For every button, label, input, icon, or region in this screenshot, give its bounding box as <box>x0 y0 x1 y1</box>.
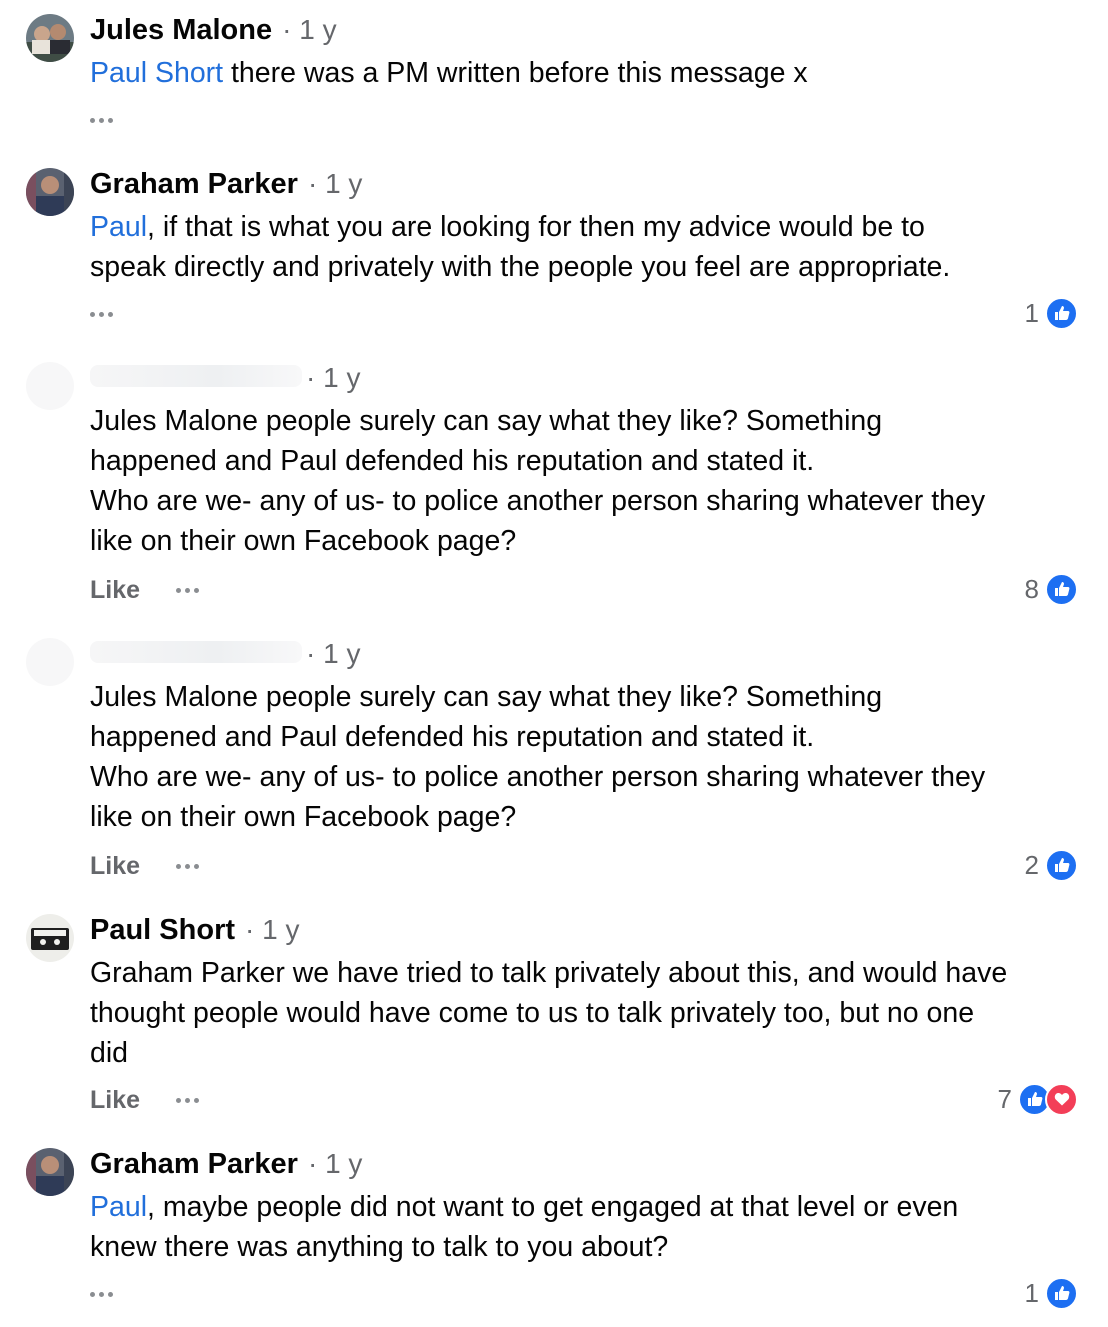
comment-text-line: Who are we- any of us- to police another… <box>90 761 986 793</box>
comment-text: Paul, maybe people did not want to get e… <box>90 1187 1090 1267</box>
more-options-icon[interactable] <box>176 863 200 869</box>
comment-text-line: , if that is what you are looking for th… <box>147 211 925 243</box>
more-options-icon[interactable] <box>176 587 200 593</box>
comment-text-line: , maybe people did not want to get engag… <box>147 1191 959 1223</box>
like-button[interactable]: Like <box>90 576 140 605</box>
comment-text-line: Who are we- any of us- to police another… <box>90 485 986 517</box>
avatar[interactable] <box>26 638 74 686</box>
mention-link[interactable]: Paul Short <box>90 57 223 89</box>
avatar[interactable] <box>26 168 74 216</box>
more-options-icon[interactable] <box>176 1097 200 1103</box>
more-options-icon[interactable] <box>90 117 113 123</box>
author-name[interactable]: Jules Malone <box>90 14 272 47</box>
avatar[interactable] <box>26 14 74 62</box>
comment-text-line: Graham Parker we have tried to talk priv… <box>90 957 1008 989</box>
comment-text-line: did <box>90 1037 129 1069</box>
reaction-summary[interactable]: 1 <box>1025 1276 1078 1310</box>
author-name[interactable]: Graham Parker <box>90 1148 298 1181</box>
timestamp[interactable]: · 1 y <box>308 1148 362 1180</box>
reaction-summary[interactable]: 2 <box>1025 848 1078 882</box>
comment-text-line: knew there was anything to talk to you a… <box>90 1231 669 1263</box>
comment-text: Paul Short there was a PM written before… <box>90 53 1090 93</box>
comment-text: Jules Malone people surely can say what … <box>90 401 1090 561</box>
obscured-author-name <box>90 641 302 663</box>
timestamp[interactable]: · 1 y <box>245 914 299 946</box>
like-button[interactable]: Like <box>90 1086 140 1115</box>
author-name[interactable]: Graham Parker <box>90 168 298 201</box>
more-options-icon[interactable] <box>90 311 113 317</box>
comment-text-line: like on their own Facebook page? <box>90 525 517 557</box>
reaction-count: 7 <box>997 1083 1012 1114</box>
timestamp[interactable]: · 1 y <box>308 168 362 200</box>
obscured-author-name <box>90 365 302 387</box>
avatar[interactable] <box>26 1148 74 1196</box>
thumbs-up-icon <box>1045 848 1078 882</box>
comment-text: Paul, if that is what you are looking fo… <box>90 207 1090 287</box>
reaction-count: 2 <box>1024 849 1039 880</box>
comment-text-line: happened and Paul defended his reputatio… <box>90 445 815 477</box>
thumbs-up-icon <box>1045 296 1078 330</box>
comment-text: Jules Malone people surely can say what … <box>90 677 1090 837</box>
mention-link[interactable]: Paul <box>90 1191 147 1223</box>
mention-link[interactable]: Paul <box>90 211 147 243</box>
timestamp[interactable]: · 1 y <box>282 14 336 46</box>
avatar[interactable] <box>26 362 74 410</box>
thumbs-up-icon <box>1045 572 1078 606</box>
reaction-summary[interactable]: 8 <box>1025 572 1078 606</box>
like-button[interactable]: Like <box>90 852 140 881</box>
comment-text-line: like on their own Facebook page? <box>90 801 517 833</box>
comment-text-line: thought people would have come to us to … <box>90 997 975 1029</box>
comment-text-line: speak directly and privately with the pe… <box>90 251 951 283</box>
comment-text: Graham Parker we have tried to talk priv… <box>90 953 1090 1073</box>
comment-text-line: Jules Malone people surely can say what … <box>90 681 883 713</box>
reaction-summary[interactable]: 1 <box>1025 296 1078 330</box>
more-options-icon[interactable] <box>90 1291 113 1297</box>
avatar[interactable] <box>26 914 74 962</box>
heart-icon <box>1045 1082 1078 1116</box>
comment-text-content: there was a PM written before this messa… <box>223 57 808 89</box>
reaction-summary[interactable]: 7 <box>998 1082 1078 1116</box>
reaction-count: 1 <box>1024 297 1039 328</box>
thumbs-up-icon <box>1045 1276 1078 1310</box>
comment-text-line: Jules Malone people surely can say what … <box>90 405 883 437</box>
comment-text-line: happened and Paul defended his reputatio… <box>90 721 815 753</box>
reaction-count: 1 <box>1024 1277 1039 1308</box>
timestamp[interactable]: · 1 y <box>306 638 360 670</box>
reaction-count: 8 <box>1024 573 1039 604</box>
timestamp[interactable]: · 1 y <box>306 362 360 394</box>
author-name[interactable]: Paul Short <box>90 914 235 947</box>
